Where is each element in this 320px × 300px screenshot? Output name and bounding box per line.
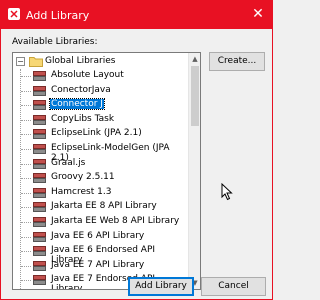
library-icon (33, 275, 46, 286)
title-bar[interactable]: Add Library ✕ (1, 1, 272, 29)
library-tree[interactable]: − Global Libraries Absolute Layout Conect… (12, 52, 201, 290)
add-library-button[interactable]: Add Library (128, 277, 194, 296)
tree-branch-line (21, 119, 31, 121)
tree-branch-line (21, 280, 31, 282)
tree-item-label: EclipseLink (JPA 2.1) (51, 128, 142, 139)
library-icon (33, 231, 46, 242)
tree-branch-line (21, 265, 31, 267)
tree-item[interactable]: Java EE 6 API Library (13, 230, 189, 244)
library-icon (33, 173, 46, 184)
tree-item[interactable]: EclipseLink (JPA 2.1) (13, 127, 189, 141)
mouse-pointer-icon (221, 183, 233, 201)
tree-branch-line (21, 222, 31, 223)
tree-item[interactable]: Absolute Layout (13, 69, 189, 83)
tree-branch-line (21, 105, 31, 107)
tree-branch-line (21, 207, 31, 209)
close-icon: ✕ (252, 6, 264, 22)
tree-branch-line (21, 90, 31, 92)
tree-item[interactable]: Connector J (13, 98, 189, 112)
library-icon (33, 246, 46, 257)
tree-branch-line (21, 134, 31, 136)
tree-item-label: Graal.js (51, 157, 86, 168)
library-icon (33, 260, 46, 271)
vertical-scrollbar[interactable]: ▲ ▼ (188, 53, 200, 289)
tree-root-global-libraries[interactable]: − Global Libraries (13, 55, 189, 69)
tree-item-label: Jakarta EE 8 API Library (51, 201, 157, 212)
scroll-up-icon[interactable]: ▲ (189, 53, 200, 65)
tree-branch-line (21, 163, 31, 165)
tree-item[interactable]: Jakarta EE 8 API Library (13, 200, 189, 214)
library-icon (33, 217, 46, 227)
create-button[interactable]: Create... (209, 52, 265, 71)
tree-item[interactable]: Graal.js (13, 157, 189, 171)
tree-item-label: Groovy 2.5.11 (51, 172, 115, 183)
add-library-dialog: Add Library ✕ Available Libraries: − Glo… (0, 0, 273, 300)
library-icon (33, 129, 46, 140)
library-icon (33, 85, 46, 96)
tree-branch-line (21, 251, 31, 253)
tree-item-label: Java EE 6 API Library (51, 230, 145, 241)
tree-item-label: CopyLibs Task (51, 113, 115, 124)
tree-item[interactable]: Java EE 6 Endorsed API Library (13, 244, 189, 265)
library-icon (33, 158, 46, 169)
available-libraries-label: Available Libraries: (12, 37, 98, 47)
library-icon (33, 71, 46, 81)
tree-item-label: ConectorJava (51, 84, 111, 95)
library-icon (33, 202, 46, 213)
folder-icon (29, 57, 43, 67)
tree-item[interactable]: Hamcrest 1.3 (13, 186, 189, 200)
library-icon (33, 187, 46, 198)
tree-item[interactable]: CopyLibs Task (13, 113, 189, 127)
tree-item[interactable]: EclipseLink-ModelGen (JPA 2.1) (13, 142, 189, 163)
tree-branch-line (21, 76, 31, 77)
tree-item-label: Java EE 7 API Library (51, 259, 145, 270)
tree-item-label: Absolute Layout (51, 70, 124, 80)
app-icon (8, 8, 20, 20)
tree-branch-line (21, 236, 31, 238)
library-icon (33, 144, 46, 154)
cancel-button[interactable]: Cancel (201, 277, 266, 296)
tree-content: − Global Libraries Absolute Layout Conect… (13, 53, 189, 289)
tree-item-label: Hamcrest 1.3 (51, 186, 112, 197)
tree-item-label: Jakarta EE Web 8 API Library (51, 216, 180, 226)
collapse-icon[interactable]: − (16, 57, 25, 66)
tree-branch-line (21, 149, 31, 150)
tree-branch-line (21, 178, 31, 180)
tree-item-label: Connector J (49, 98, 105, 111)
tree-item[interactable]: Java EE 7 API Library (13, 259, 189, 273)
tree-branch-line (21, 192, 31, 194)
tree-item[interactable]: ConectorJava (13, 84, 189, 98)
tree-root-label: Global Libraries (45, 56, 116, 66)
window-title: Add Library (26, 9, 90, 22)
tree-item[interactable]: Jakarta EE Web 8 API Library (13, 215, 189, 229)
library-icon (33, 100, 46, 111)
tree-item[interactable]: Groovy 2.5.11 (13, 171, 189, 185)
close-button[interactable]: ✕ (246, 3, 270, 25)
scrollbar-thumb[interactable] (191, 66, 199, 126)
library-icon (33, 114, 46, 125)
